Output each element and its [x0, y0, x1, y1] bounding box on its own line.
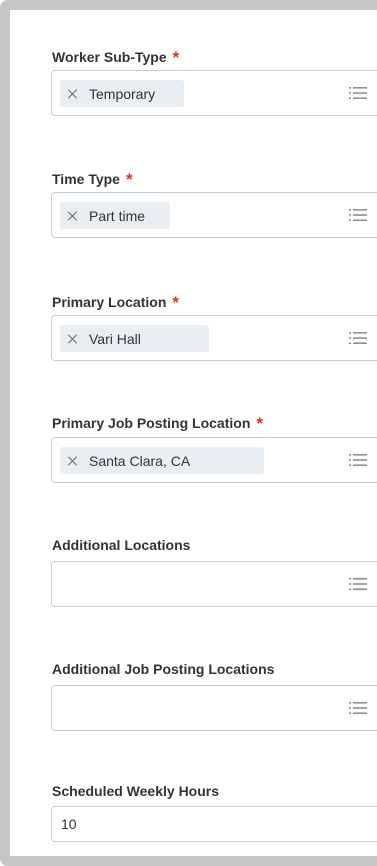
pill-text: Santa Clara, CA — [89, 452, 191, 469]
time-type-input[interactable]: Part time — [51, 192, 377, 238]
selected-value-pill: Vari Hall — [60, 325, 209, 352]
required-indicator: * — [172, 48, 180, 67]
input-value: 10 — [61, 816, 77, 832]
primary-job-posting-location-input[interactable]: Santa Clara, CA — [51, 437, 377, 483]
worker-sub-type-label: Worker Sub-Type * — [52, 47, 179, 67]
field-label-text: Additional Job Posting Locations — [52, 661, 275, 677]
field-label-text: Worker Sub-Type — [52, 49, 167, 65]
list-icon[interactable] — [349, 701, 367, 715]
worker-sub-type-input[interactable]: Temporary — [51, 70, 377, 116]
selected-value-pill: Temporary — [60, 80, 184, 107]
time-type-label: Time Type * — [52, 169, 133, 189]
required-indicator: * — [172, 293, 179, 312]
additional-locations-label: Additional Locations — [52, 537, 190, 553]
selected-value-pill: Part time — [60, 202, 170, 229]
field-label-text: Scheduled Weekly Hours — [52, 783, 220, 799]
additional-locations-input[interactable] — [51, 561, 377, 607]
pill-text: Vari Hall — [89, 330, 141, 347]
list-icon[interactable] — [349, 577, 367, 591]
scheduled-weekly-hours-input[interactable]: 10 — [51, 806, 377, 842]
field-label-text: Time Type — [52, 171, 120, 187]
required-indicator: * — [256, 414, 263, 433]
primary-location-label: Primary Location * — [52, 292, 179, 312]
additional-job-posting-locations-input[interactable] — [51, 685, 377, 731]
close-icon[interactable] — [68, 334, 78, 344]
list-icon[interactable] — [349, 453, 367, 467]
pill-text: Part time — [89, 207, 146, 224]
field-label-text: Primary Location — [52, 294, 167, 310]
list-icon[interactable] — [349, 86, 367, 100]
form-panel: Worker Sub-Type * Temporary Time Type * Pa… — [0, 0, 377, 866]
close-icon[interactable] — [68, 211, 78, 221]
list-icon[interactable] — [349, 208, 367, 222]
primary-location-input[interactable]: Vari Hall — [51, 315, 377, 361]
required-indicator: * — [125, 170, 133, 189]
field-label-text: Additional Locations — [52, 537, 191, 553]
primary-job-posting-location-label: Primary Job Posting Location * — [52, 413, 263, 433]
field-label-text: Primary Job Posting Location — [52, 415, 251, 431]
scheduled-weekly-hours-label: Scheduled Weekly Hours — [52, 783, 219, 799]
additional-job-posting-locations-label: Additional Job Posting Locations — [52, 661, 274, 677]
pill-text: Temporary — [89, 85, 156, 102]
selected-value-pill: Santa Clara, CA — [60, 447, 264, 474]
close-icon[interactable] — [68, 89, 78, 99]
close-icon[interactable] — [68, 456, 78, 466]
list-icon[interactable] — [349, 331, 367, 345]
